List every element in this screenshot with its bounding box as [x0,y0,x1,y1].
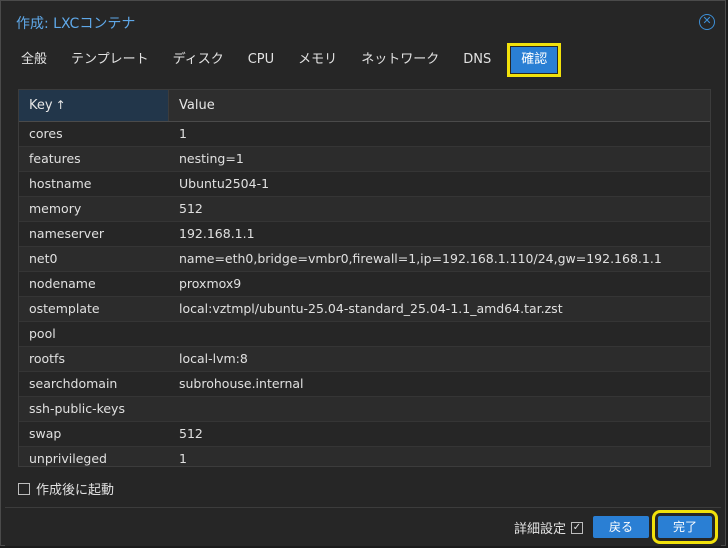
row-value: Ubuntu2504-1 [179,176,270,191]
advanced-settings-label: 詳細設定 [513,522,566,537]
table-row[interactable]: hostname Ubuntu2504-1 [19,172,710,197]
row-value: subrohouse.internal [179,376,304,391]
row-value: 1 [179,126,187,141]
row-key: pool [29,326,56,341]
wizard-tabs: 全般 テンプレート ディスク CPU メモリ ネットワーク DNS 確認 [11,43,562,77]
finish-button[interactable]: 完了 [652,510,718,544]
row-key: rootfs [29,351,65,366]
table-row[interactable]: pool [19,322,710,347]
sort-ascending-icon: ↑ [55,98,66,112]
row-key: swap [29,426,62,441]
row-key: memory [29,201,82,216]
row-key: unprivileged [29,451,107,466]
table-row[interactable]: searchdomain subrohouse.internal [19,372,710,397]
row-value [169,397,710,421]
table-row[interactable]: features nesting=1 [19,147,710,172]
column-header-key[interactable]: Key ↑ [19,90,169,121]
row-value: 512 [179,426,203,441]
dialog-titlebar[interactable]: 作成: LXCコンテナ ✕ [1,1,725,43]
tab-template[interactable]: テンプレート [61,47,159,73]
row-value: proxmox9 [179,276,242,291]
create-lxc-dialog: 作成: LXCコンテナ ✕ 全般 テンプレート ディスク CPU メモリ ネット… [0,0,726,546]
row-value: 512 [179,201,203,216]
row-value [169,322,710,346]
tab-disk[interactable]: ディスク [163,47,234,73]
row-key: hostname [29,176,92,191]
dialog-title: 作成: LXCコンテナ [16,16,136,32]
back-button[interactable]: 戻る [593,516,649,538]
row-value: local-lvm:8 [179,351,248,366]
table-row[interactable]: net0 name=eth0,bridge=vmbr0,firewall=1,ip… [19,247,710,272]
tab-memory[interactable]: メモリ [288,47,347,73]
table-row[interactable]: nameserver 192.168.1.1 [19,222,710,247]
tab-cpu[interactable]: CPU [238,47,284,73]
table-row[interactable]: memory 512 [19,197,710,222]
dialog-footer: 詳細設定 ✓ 戻る 完了 [5,507,721,546]
table-row[interactable]: nodename proxmox9 [19,272,710,297]
tab-network[interactable]: ネットワーク [351,47,449,73]
row-value: name=eth0,bridge=vmbr0,firewall=1,ip=192… [179,251,662,266]
column-header-value[interactable]: Value [169,90,710,121]
tab-general[interactable]: 全般 [11,47,57,73]
row-key: features [29,151,81,166]
table-row[interactable]: swap 512 [19,422,710,447]
start-after-create-toggle[interactable]: 作成後に起動 [18,479,114,498]
advanced-settings-toggle[interactable]: 詳細設定 ✓ [514,518,583,537]
table-row[interactable]: ssh-public-keys [19,397,710,422]
row-value: nesting=1 [179,151,244,166]
grid-header: Key ↑ Value [19,90,710,122]
tab-confirm[interactable]: 確認 [507,43,562,77]
tab-dns[interactable]: DNS [453,47,501,73]
table-row[interactable]: unprivileged 1 [19,447,710,466]
advanced-settings-checkbox[interactable]: ✓ [571,521,583,534]
grid-body: cores 1 features nesting=1 hostname Ubuntu250… [19,122,710,466]
column-header-key-label: Key [29,98,53,113]
table-row[interactable]: cores 1 [19,122,710,147]
close-icon[interactable]: ✕ [699,14,715,30]
row-key: cores [29,126,63,141]
row-value: 1 [179,451,187,466]
row-key: ssh-public-keys [29,401,125,416]
row-key: nodename [29,276,96,291]
row-key: net0 [29,251,58,266]
row-value: 192.168.1.1 [179,226,255,241]
row-key: nameserver [29,226,105,241]
start-after-create-checkbox[interactable] [18,482,30,495]
table-row[interactable]: ostemplate local:vztmpl/ubuntu-25.04-stan… [19,297,710,322]
row-key: searchdomain [29,376,118,391]
summary-grid: Key ↑ Value cores 1 features nesting=1 hostna… [18,89,711,467]
start-after-create-label: 作成後に起動 [36,483,115,498]
row-key: ostemplate [29,301,100,316]
table-row[interactable]: rootfs local-lvm:8 [19,347,710,372]
row-value: local:vztmpl/ubuntu-25.04-standard_25.04… [179,301,563,316]
